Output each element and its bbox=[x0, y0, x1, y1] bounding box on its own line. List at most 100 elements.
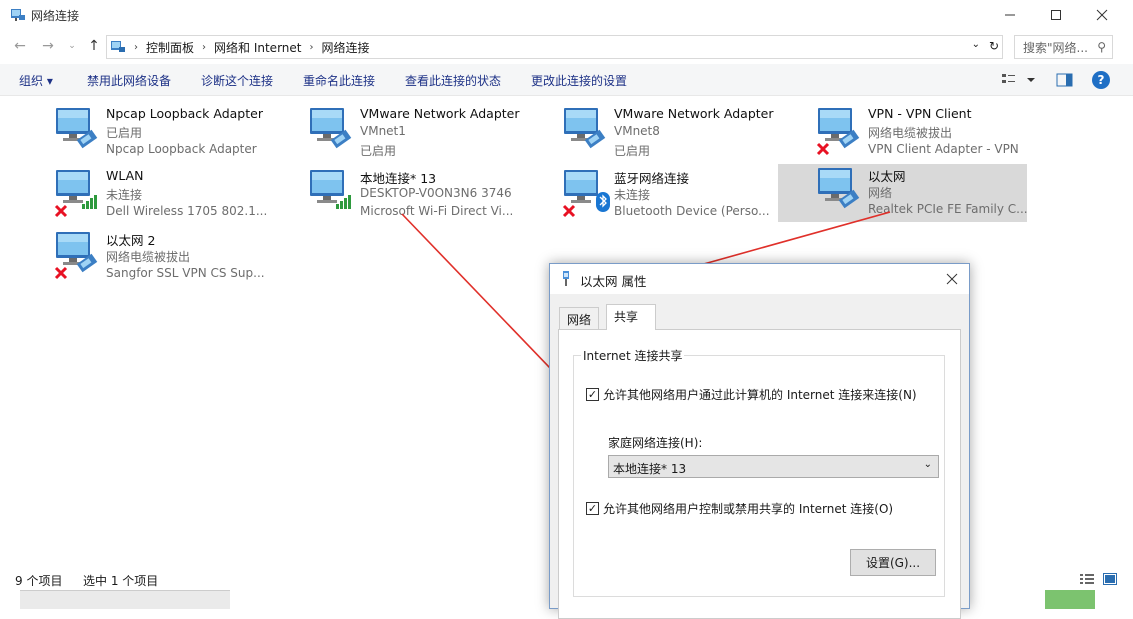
diagnose-button[interactable]: 诊断这个连接 bbox=[201, 72, 273, 89]
dialog-close-button[interactable] bbox=[941, 268, 963, 290]
connection-name: VMware Network Adapter bbox=[360, 106, 520, 121]
connection-status: VMnet1 bbox=[360, 124, 406, 138]
refresh-icon[interactable]: ↻ bbox=[989, 39, 999, 53]
connection-status: VMnet8 bbox=[614, 124, 660, 138]
connection-item[interactable]: WLAN 未连接 Dell Wireless 1705 802.1... bbox=[52, 166, 302, 222]
connection-name: 以太网 bbox=[868, 169, 906, 184]
tab-sharing[interactable]: 共享 bbox=[606, 304, 656, 330]
connection-status: 网络电缆被拔出 bbox=[868, 126, 953, 140]
organize-menu[interactable]: 组织 ▾ bbox=[19, 72, 53, 89]
connection-item[interactable]: 以太网网络 Realtek PCIe FE Family C... bbox=[778, 164, 1028, 222]
connection-device: Realtek PCIe FE Family C... bbox=[868, 202, 1028, 216]
connection-item[interactable]: VMware Network Adapter VMnet8 已启用 bbox=[560, 104, 810, 160]
connection-name: 本地连接* 13 bbox=[360, 171, 437, 186]
connection-name: Npcap Loopback Adapter bbox=[106, 106, 263, 121]
network-adapter-icon bbox=[310, 170, 351, 209]
allow-control-label[interactable]: 允许其他网络用户控制或禁用共享的 Internet 连接(O) bbox=[603, 500, 893, 517]
connection-name: WLAN bbox=[106, 168, 144, 183]
breadcrumb-separator: › bbox=[309, 41, 314, 53]
network-adapter-icon bbox=[562, 170, 610, 218]
connection-status: 未连接 bbox=[614, 188, 651, 202]
close-icon bbox=[946, 273, 958, 285]
breadcrumb-control-panel[interactable]: 控制面板 bbox=[146, 39, 194, 56]
connection-status: DESKTOP-V0ON3N6 3746 bbox=[360, 186, 512, 200]
close-icon bbox=[1096, 9, 1108, 21]
title-bar: 网络连接 bbox=[0, 0, 1133, 30]
network-connections-window: 网络连接 ← → ⌄ ↑ › 控制面板 › 网络和 Internet › 网络连… bbox=[0, 0, 1133, 619]
connection-item[interactable]: Npcap Loopback Adapter 已启用 Npcap Loopback … bbox=[52, 104, 302, 160]
connection-device: Bluetooth Device (Perso... bbox=[614, 204, 770, 218]
rename-button[interactable]: 重命名此连接 bbox=[303, 72, 375, 89]
view-status-button[interactable]: 查看此连接的状态 bbox=[405, 72, 501, 89]
home-network-label: 家庭网络连接(H): bbox=[608, 436, 703, 450]
connection-name: VMware Network Adapter bbox=[614, 106, 774, 121]
ics-group-label: Internet 连接共享 bbox=[581, 347, 685, 364]
connection-item[interactable]: VMware Network Adapter VMnet1 已启用 bbox=[306, 104, 556, 160]
connection-status: 网络 bbox=[868, 186, 893, 200]
connection-name: 以太网 2 bbox=[106, 233, 156, 248]
network-adapter-icon bbox=[818, 168, 860, 209]
background-window bbox=[20, 590, 230, 609]
home-network-value: 本地连接* 13 bbox=[613, 462, 687, 476]
connection-name: 蓝牙网络连接 bbox=[614, 171, 690, 186]
disable-device-button[interactable]: 禁用此网络设备 bbox=[87, 72, 171, 89]
ics-group: Internet 连接共享 ✓ 允许其他网络用户通过此计算机的 Internet… bbox=[573, 347, 945, 597]
window-title: 网络连接 bbox=[31, 9, 80, 23]
breadcrumb-separator: › bbox=[134, 41, 138, 53]
background-window bbox=[1045, 590, 1095, 609]
search-icon: ⚲ bbox=[1097, 40, 1106, 54]
dialog-title: 以太网 属性 bbox=[580, 274, 647, 289]
connection-device: Sangfor SSL VPN CS Sup... bbox=[106, 266, 265, 280]
connection-device: 已启用 bbox=[614, 144, 651, 158]
back-arrow-icon: ← bbox=[14, 38, 26, 54]
network-adapter-icon bbox=[310, 108, 352, 149]
home-network-select[interactable]: 本地连接* 13 ⌄ bbox=[608, 455, 939, 478]
dialog-title-bar: 以太网 属性 bbox=[550, 264, 969, 294]
back-button[interactable]: ← bbox=[10, 36, 30, 56]
recent-dropdown[interactable]: ⌄ bbox=[62, 36, 82, 56]
allow-share-label[interactable]: 允许其他网络用户通过此计算机的 Internet 连接来连接(N) bbox=[603, 386, 917, 403]
network-adapter-icon bbox=[54, 232, 98, 280]
command-bar: 组织 ▾ 禁用此网络设备 诊断这个连接 重命名此连接 查看此连接的状态 更改此连… bbox=[0, 64, 1133, 96]
connection-name: VPN - VPN Client bbox=[868, 106, 972, 121]
settings-button[interactable]: 设置(G)... bbox=[850, 549, 936, 576]
connection-status: 未连接 bbox=[106, 188, 143, 202]
control-panel-icon bbox=[111, 41, 125, 52]
minimize-icon bbox=[1005, 14, 1015, 16]
allow-control-checkbox[interactable]: ✓ bbox=[586, 502, 599, 515]
connection-item[interactable]: 蓝牙网络连接 未连接 Bluetooth Device (Perso... bbox=[560, 166, 810, 222]
address-bar[interactable]: › 控制面板 › 网络和 Internet › 网络连接 ⌄ ↻ bbox=[106, 35, 1003, 59]
sharing-tab-panel: Internet 连接共享 ✓ 允许其他网络用户通过此计算机的 Internet… bbox=[558, 329, 961, 619]
network-adapter-icon bbox=[816, 108, 860, 156]
breadcrumb-separator: › bbox=[202, 41, 207, 53]
connection-item[interactable]: 以太网 2 网络电缆被拔出 Sangfor SSL VPN CS Sup... bbox=[52, 228, 302, 284]
connection-item[interactable]: 本地连接* 13 DESKTOP-V0ON3N6 3746 Microsoft Wi… bbox=[306, 166, 556, 222]
maximize-icon bbox=[1051, 10, 1061, 20]
connection-device: Npcap Loopback Adapter bbox=[106, 142, 257, 156]
maximize-button[interactable] bbox=[1033, 0, 1079, 30]
search-placeholder: 搜索"网络... bbox=[1023, 40, 1088, 55]
allow-share-checkbox[interactable]: ✓ bbox=[586, 388, 599, 401]
address-row: ← → ⌄ ↑ › 控制面板 › 网络和 Internet › 网络连接 ⌄ ↻… bbox=[0, 32, 1133, 60]
large-icons-view-icon[interactable] bbox=[1102, 572, 1118, 586]
connection-item[interactable]: VPN - VPN Client 网络电缆被拔出 VPN Client Adapte… bbox=[814, 104, 1064, 160]
view-options-icon[interactable] bbox=[1001, 72, 1041, 88]
details-view-icon[interactable] bbox=[1079, 572, 1095, 586]
forward-button[interactable]: → bbox=[38, 36, 58, 56]
preview-pane-icon[interactable] bbox=[1056, 72, 1074, 88]
change-settings-button[interactable]: 更改此连接的设置 bbox=[531, 72, 627, 89]
ethernet-plug-icon bbox=[563, 271, 569, 286]
breadcrumb-network-connections[interactable]: 网络连接 bbox=[321, 39, 369, 56]
search-input[interactable]: 搜索"网络... ⚲ bbox=[1014, 35, 1113, 59]
chevron-down-icon: ⌄ bbox=[68, 41, 76, 51]
help-icon[interactable]: ? bbox=[1092, 71, 1110, 89]
connection-device: VPN Client Adapter - VPN bbox=[868, 142, 1019, 156]
tab-network[interactable]: 网络 bbox=[559, 307, 600, 330]
minimize-button[interactable] bbox=[987, 0, 1033, 30]
up-arrow-icon: ↑ bbox=[88, 38, 100, 54]
address-dropdown-icon[interactable]: ⌄ bbox=[972, 39, 980, 50]
up-button[interactable]: ↑ bbox=[84, 36, 104, 56]
close-button[interactable] bbox=[1079, 0, 1125, 30]
breadcrumb-network-internet[interactable]: 网络和 Internet bbox=[214, 39, 301, 56]
connection-status: 已启用 bbox=[106, 126, 143, 140]
